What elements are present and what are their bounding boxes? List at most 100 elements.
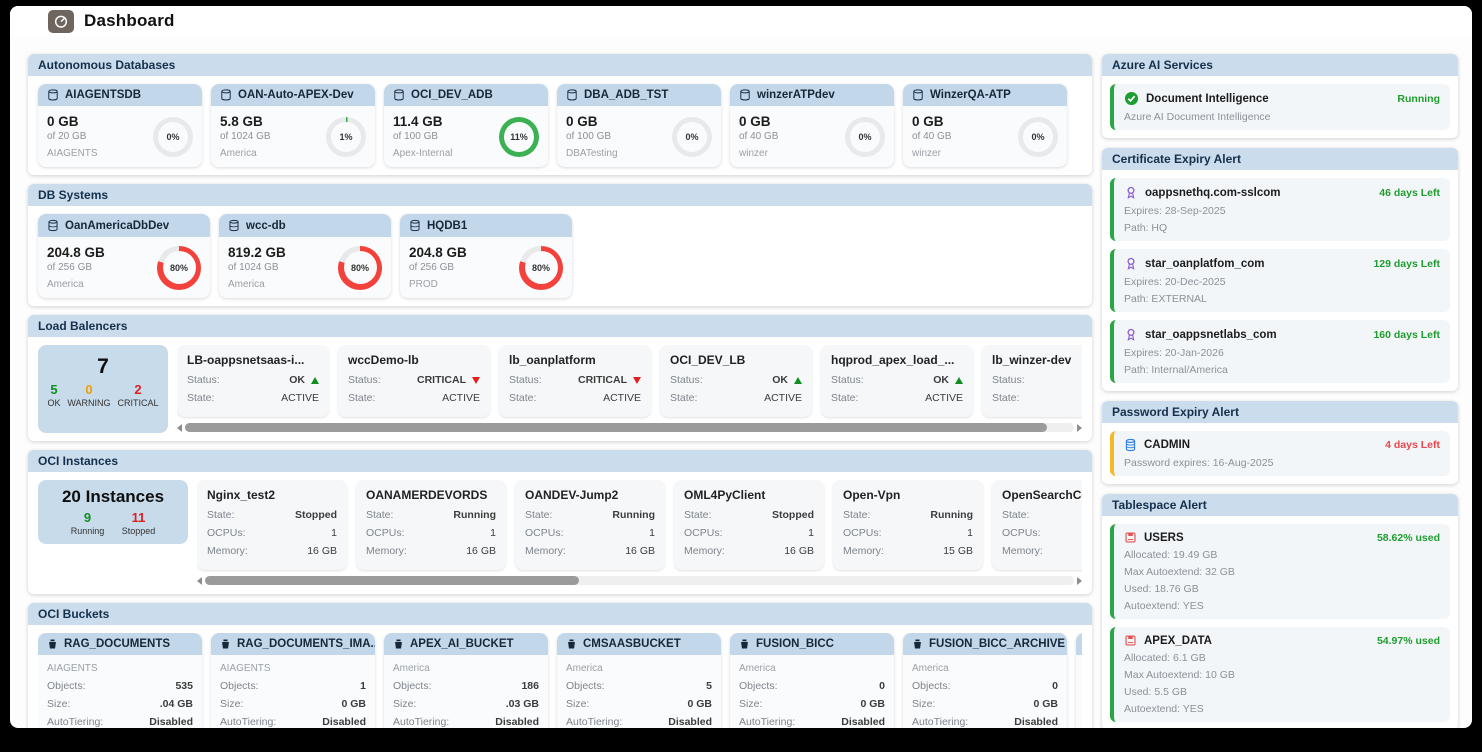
bucket-icon (220, 638, 231, 650)
lb-card[interactable]: LB-oappsnetsaas-i... Status:OK State:ACT… (177, 345, 329, 417)
region: AIAGENTS (220, 663, 366, 674)
section-autonomous-databases: Autonomous Databases AIAGENTSDB 0 GBof 2… (28, 54, 1092, 175)
usage-badge: 54.97% used (1377, 635, 1440, 647)
scrollbar-thumb[interactable] (205, 576, 579, 585)
certificate-item[interactable]: star_oanplatfom_com 129 days Left Expire… (1110, 249, 1450, 312)
bucket-card[interactable]: CMSAASBUCKET America Objects:5 Size:0 GB… (557, 633, 721, 728)
tablespace-item[interactable]: USERS 58.62% used Allocated: 19.49 GB Ma… (1110, 524, 1450, 619)
alerts-sidebar: Azure AI Services Document Intelligence … (1102, 54, 1458, 728)
tablespace-item[interactable]: APEX_DATA 54.97% used Allocated: 6.1 GB … (1110, 627, 1450, 722)
scroll-right-icon[interactable] (1077, 424, 1082, 432)
lb-card[interactable]: lb_winzer-dev Status:OK State:ACTIVE (982, 345, 1082, 417)
region: America (228, 279, 286, 290)
used-value: 5.8 GB (220, 114, 271, 129)
scroll-left-icon[interactable] (197, 577, 202, 585)
db-name: HQDB1 (427, 220, 467, 232)
lb-card[interactable]: hqprod_apex_load_... Status:OK State:ACT… (821, 345, 973, 417)
used-value: 819.2 GB (228, 245, 286, 260)
bucket-name: FUSION_BICC (756, 638, 834, 650)
lb-ok-count: 5 (47, 382, 60, 397)
bucket-name: FUSION_BICC_ARCHIVE (929, 638, 1065, 650)
days-left-badge: 4 days Left (1385, 439, 1440, 451)
region: America (566, 663, 712, 674)
instances-horizontal-scrollbar[interactable] (197, 575, 1082, 586)
region: winzer (912, 148, 951, 159)
scroll-left-icon[interactable] (177, 424, 182, 432)
trend-up-icon (955, 377, 963, 384)
adb-card[interactable]: OAN-Auto-APEX-Dev 5.8 GBof 1024 GBAmeric… (211, 84, 375, 167)
dbsystem-card[interactable]: HQDB1 204.8 GBof 256 GBPROD80% (400, 214, 572, 298)
lb-status: OK (933, 374, 949, 386)
bucket-card[interactable]: APEX_AI_BUCKET America Objects:186 Size:… (384, 633, 548, 728)
section-title: OCI Buckets (28, 603, 1092, 625)
azure-ai-item[interactable]: Document Intelligence Running Azure AI D… (1110, 84, 1450, 130)
region: America (912, 663, 1058, 674)
instance-card[interactable]: OML4PyClient State:Stopped OCPUs:1 Memor… (674, 480, 824, 570)
adb-card[interactable]: AIAGENTSDB 0 GBof 20 GBAIAGENTS0% (38, 84, 202, 167)
password-expiry-item[interactable]: CADMIN 4 days Left Password expires: 16-… (1110, 431, 1450, 476)
bucket-card[interactable]: RAG_DOCUMENTS_IMA... AIAGENTS Objects:1 … (211, 633, 375, 728)
instance-card[interactable]: OANDEV-Jump2 State:Running OCPUs:1 Memor… (515, 480, 665, 570)
lb-card[interactable]: lb_oanplatform Status:CRITICAL State:ACT… (499, 345, 651, 417)
instance-card[interactable]: Open-Vpn State:Running OCPUs:1 Memory:15… (833, 480, 983, 570)
instance-card[interactable]: Nginx_test2 State:Stopped OCPUs:1 Memory… (197, 480, 347, 570)
card-header: FUSION_BICC (730, 633, 894, 655)
lb-state: ACTIVE (764, 392, 802, 404)
db-name: OCI_DEV_ADB (411, 89, 493, 101)
trend-up-icon (311, 377, 319, 384)
bucket-card[interactable]: FUSION_BICC_ARCHIVE America Objects:0 Si… (903, 633, 1067, 728)
bucket-icon (47, 638, 58, 650)
lb-horizontal-scrollbar[interactable] (177, 422, 1082, 433)
card-header: winzerATPdev (730, 84, 894, 106)
region: DBATesting (566, 148, 618, 159)
adb-card[interactable]: WinzerQA-ATP 0 GBof 40 GBwinzer0% (903, 84, 1067, 167)
card-header: AIAGENTSDB (38, 84, 202, 106)
capacity: of 40 GB (739, 131, 778, 142)
dbsystem-card[interactable]: wcc-db 819.2 GBof 1024 GBAmerica80% (219, 214, 391, 298)
adb-card[interactable]: OCI_DEV_ADB 11.4 GBof 100 GBApex-Interna… (384, 84, 548, 167)
card-header: HQDB1 (400, 214, 572, 237)
used-value: 0 GB (566, 114, 618, 129)
certificate-item[interactable]: oappsnethq.com-sslcom 46 days Left Expir… (1110, 178, 1450, 241)
card-header: OanAmericaDbDev (38, 214, 210, 237)
database-icon (912, 89, 924, 101)
region: America (47, 279, 105, 290)
section-password-expiry: Password Expiry Alert CADMIN 4 days Left… (1102, 401, 1458, 484)
scroll-right-icon[interactable] (1077, 577, 1082, 585)
bucket-card[interactable]: FUSION_BICC America Objects:0 Size:0 GB … (730, 633, 894, 728)
dbsystem-card[interactable]: OanAmericaDbDev 204.8 GBof 256 GBAmerica… (38, 214, 210, 298)
card-header: OAN-Auto-APEX-Dev (211, 84, 375, 106)
region: winzer (739, 148, 778, 159)
decorative-strip (10, 36, 1472, 46)
region: America (393, 663, 539, 674)
section-title: DB Systems (28, 184, 1092, 206)
lb-card[interactable]: wccDemo-lb Status:CRITICAL State:ACTIVE (338, 345, 490, 417)
section-title: Autonomous Databases (28, 54, 1092, 76)
lb-status: OK (772, 374, 788, 386)
bucket-icon (912, 638, 923, 650)
instance-card[interactable]: OpenSearchConnectVM State:Stopped OCPUs:… (992, 480, 1082, 570)
capacity: of 1024 GB (220, 131, 271, 142)
section-tablespace-alert: Tablespace Alert USERS 58.62% used Alloc… (1102, 494, 1458, 728)
section-oci-buckets: OCI Buckets RAG_DOCUMENTS AIAGENTS Objec… (28, 603, 1092, 728)
instance-state: Running (930, 509, 973, 521)
bucket-card[interactable]: America Objects: Size: AutoTiering: (1076, 633, 1082, 728)
adb-card[interactable]: winzerATPdev 0 GBof 40 GBwinzer0% (730, 84, 894, 167)
certificate-icon (1124, 185, 1138, 200)
instance-card[interactable]: OANAMERDEVORDS State:Running OCPUs:1 Mem… (356, 480, 506, 570)
instances-total: 20 Instances (46, 487, 180, 507)
instances-summary-tile[interactable]: 20 Instances 9Running 11Stopped (38, 480, 188, 544)
used-value: 204.8 GB (409, 245, 467, 260)
scrollbar-thumb[interactable] (185, 423, 1047, 432)
lb-summary-tile[interactable]: 7 5OK 0WARNING 2CRITICAL (38, 345, 168, 433)
lb-card[interactable]: OCI_DEV_LB Status:OK State:ACTIVE (660, 345, 812, 417)
used-value: 0 GB (912, 114, 951, 129)
bucket-card[interactable]: RAG_DOCUMENTS AIAGENTS Objects:535 Size:… (38, 633, 202, 728)
lb-state: ACTIVE (925, 392, 963, 404)
adb-card[interactable]: DBA_ADB_TST 0 GBof 100 GBDBATesting0% (557, 84, 721, 167)
certificate-item[interactable]: star_oappsnetlabs_com 160 days Left Expi… (1110, 320, 1450, 383)
database-icon (47, 219, 59, 232)
card-header (1076, 633, 1082, 655)
database-icon (220, 89, 232, 101)
section-oci-instances: OCI Instances 20 Instances 9Running 11St… (28, 450, 1092, 594)
